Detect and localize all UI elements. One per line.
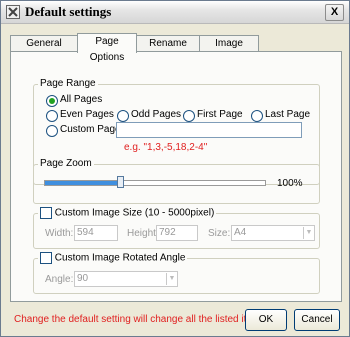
angle-select-value: 90 [77,273,89,284]
settings-x-icon [6,5,20,19]
custom-pages-hint: e.g. "1,3,-5,18,2-4" [124,142,208,153]
label-all-pages: All Pages [60,94,103,105]
close-button[interactable]: X [325,4,344,21]
label-even-pages: Even Pages [60,109,114,120]
label-odd-pages: Odd Pages [131,109,182,120]
footer-message: Change the default setting will change a… [14,314,269,325]
custom-pages-input[interactable] [116,122,302,138]
size-label: Size: [208,228,231,239]
page-options-panel: Page Range All Pages Even Pages Odd Page… [10,51,342,302]
dialog-window: Default settings X General Options Page … [0,0,350,337]
angle-label: Angle: [45,274,74,285]
height-input[interactable]: 792 [156,225,198,241]
custom-image-size-checkbox[interactable] [40,207,52,219]
tab-image-options[interactable]: Image Options [199,35,259,65]
height-label: Height: [127,228,159,239]
chevron-down-icon: ▼ [303,227,314,239]
tab-rename-options[interactable]: Rename Options [136,35,200,65]
title-bar[interactable]: Default settings X [1,1,349,24]
page-zoom-title: Page Zoom [38,158,94,169]
custom-rotated-angle-title: Custom Image Rotated Angle [54,252,186,264]
width-label: Width: [45,228,74,239]
custom-rotated-angle-header: Custom Image Rotated Angle [38,252,188,264]
page-zoom-slider-fill [45,181,121,185]
radio-custom-pages[interactable] [46,125,58,137]
page-zoom-slider-track[interactable] [44,180,266,186]
custom-rotated-angle-checkbox[interactable] [40,252,52,264]
angle-select[interactable]: 90 ▼ [74,271,178,287]
size-select[interactable]: A4 ▼ [231,225,315,241]
label-last-page: Last Page [265,109,311,120]
radio-first-page[interactable] [183,110,195,122]
custom-image-size-header: Custom Image Size (10 - 5000pixel) [38,207,217,219]
window-title: Default settings [25,4,112,19]
custom-image-size-title: Custom Image Size (10 - 5000pixel) [54,207,215,219]
ok-button[interactable]: OK [245,309,287,331]
tab-page-options[interactable]: Page Options [77,33,137,63]
label-first-page: First Page [197,109,243,120]
radio-odd-pages[interactable] [117,110,129,122]
width-input[interactable]: 594 [74,225,118,241]
radio-all-pages[interactable] [46,95,58,107]
size-select-value: A4 [234,227,247,238]
radio-last-page[interactable] [251,110,263,122]
radio-even-pages[interactable] [46,110,58,122]
dialog-body: General Options Page Options Rename Opti… [1,24,349,336]
page-zoom-value: 100% [277,178,303,189]
page-zoom-slider-thumb[interactable] [117,176,124,188]
page-range-title: Page Range [38,78,98,89]
tab-general-options[interactable]: General Options [10,35,78,65]
cancel-button[interactable]: Cancel [294,309,340,331]
chevron-down-icon: ▼ [166,273,177,285]
